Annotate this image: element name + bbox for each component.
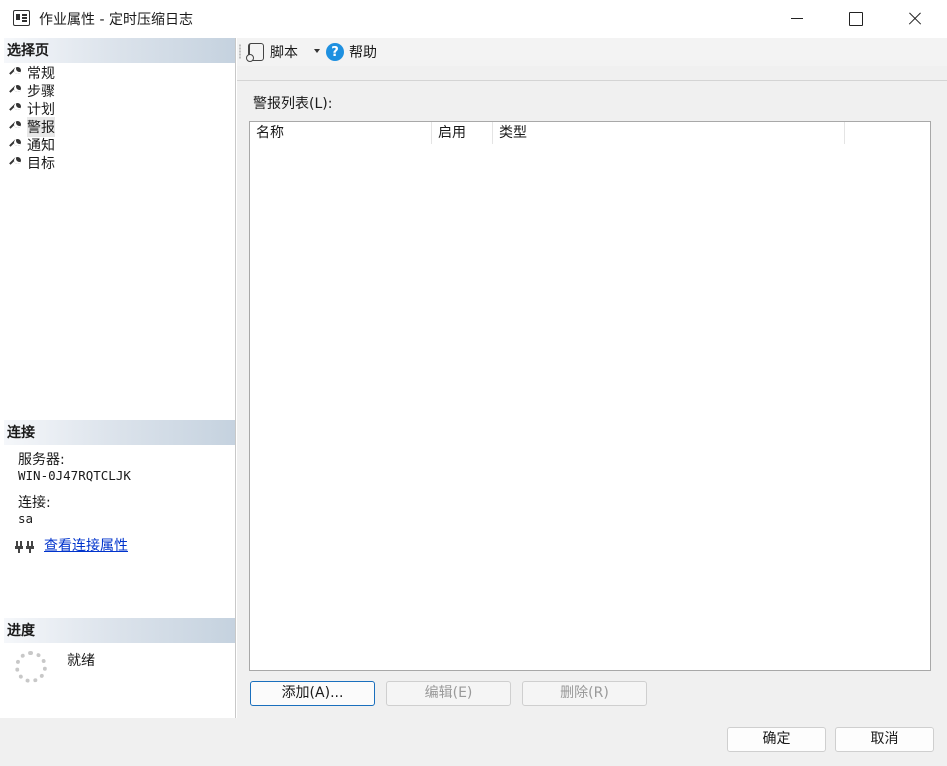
window-title: 作业属性 - 定时压缩日志 bbox=[39, 12, 193, 28]
column-header-name[interactable]: 名称 bbox=[250, 122, 432, 144]
wrench-icon bbox=[9, 67, 21, 79]
minimize-button[interactable] bbox=[768, 0, 826, 38]
page-nav-list: 常规 步骤 计划 警报 通知 目标 bbox=[9, 64, 55, 172]
script-icon bbox=[246, 43, 264, 62]
sidebar-item-label: 常规 bbox=[27, 66, 55, 82]
right-area: 脚本 ? 帮助 警报列表(L): 名称 启用 类型 添加(A)... 编辑(E)… bbox=[237, 38, 947, 766]
sidebar-item-alerts[interactable]: 警报 bbox=[9, 117, 55, 137]
sidebar-item-schedules[interactable]: 计划 bbox=[9, 100, 55, 118]
column-header-type[interactable]: 类型 bbox=[493, 122, 845, 144]
sidebar-item-label: 计划 bbox=[27, 102, 55, 118]
title-bar: 作业属性 - 定时压缩日志 bbox=[0, 0, 947, 38]
view-connection-link[interactable]: 查看连接属性 bbox=[44, 535, 128, 555]
alert-list-label: 警报列表(L): bbox=[253, 96, 333, 112]
script-button[interactable]: 脚本 bbox=[246, 42, 298, 62]
help-label: 帮助 bbox=[349, 45, 377, 61]
alerts-page: 警报列表(L): 名称 启用 类型 添加(A)... 编辑(E) 删除(R) bbox=[237, 80, 947, 766]
server-value: WIN-0J47RQTCLJK bbox=[18, 468, 131, 483]
bottom-strip bbox=[0, 718, 237, 766]
sidebar-item-general[interactable]: 常规 bbox=[9, 64, 55, 82]
connection-value: sa bbox=[18, 511, 34, 526]
wrench-icon bbox=[9, 103, 21, 115]
alert-list-table[interactable]: 名称 启用 类型 bbox=[249, 121, 931, 671]
delete-alert-button[interactable]: 删除(R) bbox=[522, 681, 647, 706]
cancel-button[interactable]: 取消 bbox=[835, 727, 934, 752]
sidebar-item-targets[interactable]: 目标 bbox=[9, 154, 55, 172]
connection-plug-icon bbox=[15, 537, 37, 553]
wrench-icon bbox=[9, 85, 21, 97]
column-header-enabled[interactable]: 启用 bbox=[432, 122, 493, 144]
connection-label: 连接: bbox=[18, 495, 51, 511]
help-icon: ? bbox=[326, 43, 344, 61]
connection-header: 连接 bbox=[4, 420, 235, 445]
sidebar-item-label: 通知 bbox=[27, 138, 55, 154]
sidebar-item-label: 步骤 bbox=[27, 84, 55, 100]
wrench-icon bbox=[9, 157, 21, 169]
job-properties-icon bbox=[13, 10, 30, 26]
progress-status: 就绪 bbox=[67, 653, 95, 669]
left-panel: 选择页 常规 步骤 计划 警报 通知 目标 连接 服务器: WIN-0J47RQ… bbox=[4, 38, 236, 718]
sidebar-item-label: 目标 bbox=[27, 156, 55, 172]
toolbar-grip bbox=[239, 44, 241, 59]
server-label: 服务器: bbox=[18, 452, 65, 468]
connection-details: 服务器: WIN-0J47RQTCLJK 连接: sa bbox=[18, 452, 131, 527]
script-dropdown-arrow-icon[interactable] bbox=[314, 49, 320, 53]
help-button[interactable]: ? 帮助 bbox=[326, 42, 377, 62]
sidebar-item-label: 警报 bbox=[27, 117, 55, 137]
script-label: 脚本 bbox=[270, 45, 298, 61]
wrench-icon bbox=[9, 139, 21, 151]
wrench-icon bbox=[9, 121, 21, 133]
select-page-header: 选择页 bbox=[4, 38, 235, 63]
add-alert-button[interactable]: 添加(A)... bbox=[250, 681, 375, 706]
edit-alert-button[interactable]: 编辑(E) bbox=[386, 681, 511, 706]
maximize-button[interactable] bbox=[826, 0, 884, 38]
progress-header: 进度 bbox=[4, 618, 235, 643]
ok-button[interactable]: 确定 bbox=[727, 727, 826, 752]
progress-spinner-icon bbox=[15, 651, 47, 683]
close-button[interactable] bbox=[885, 0, 943, 38]
sidebar-item-steps[interactable]: 步骤 bbox=[9, 82, 55, 100]
view-connection-properties[interactable]: 查看连接属性 bbox=[15, 535, 128, 555]
sidebar-item-notifications[interactable]: 通知 bbox=[9, 136, 55, 154]
toolbar: 脚本 ? 帮助 bbox=[237, 38, 947, 66]
